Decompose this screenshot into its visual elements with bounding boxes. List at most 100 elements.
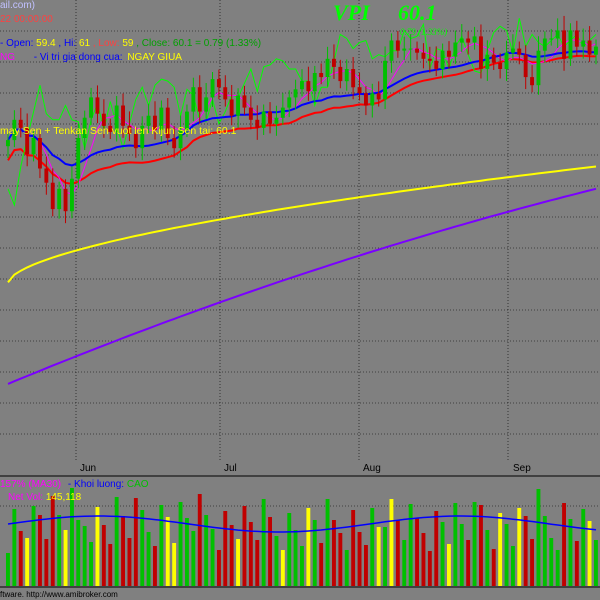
candle-body [38, 138, 42, 169]
candle-body [517, 48, 522, 55]
candle-body [447, 50, 451, 57]
x-tick-sep: Sep [513, 463, 531, 474]
candle-body [242, 95, 247, 108]
signal-text: may Sen + Tenkan Sen vuot len Kijun Sen … [0, 125, 237, 137]
volume-bar [293, 530, 298, 586]
volume-bar [287, 513, 292, 586]
volume-bar [274, 536, 279, 586]
volume-bar [415, 518, 419, 586]
volume-bar [185, 518, 189, 586]
volume-bar [498, 513, 503, 586]
candle-body [434, 60, 439, 69]
x-tick-jul: Jul [224, 463, 237, 474]
volume-bar [25, 538, 30, 586]
volume-bar [587, 521, 592, 586]
volume-bar [408, 504, 413, 586]
close-label: , Close: [136, 38, 171, 49]
candle-body [472, 36, 477, 43]
candle-body [581, 40, 586, 47]
candle-body [587, 40, 592, 55]
candle-body [562, 30, 566, 59]
candle-body [70, 178, 74, 212]
net-vol-value: 145,118 [45, 492, 82, 503]
volume-bar [280, 550, 285, 586]
volume-bar [140, 510, 145, 586]
candle-body [76, 138, 81, 179]
candle-body [191, 87, 196, 112]
volume-bar [530, 539, 534, 586]
candle-body [44, 168, 49, 183]
candle-body [357, 87, 362, 94]
candle-body [421, 52, 426, 59]
candle-body [268, 111, 272, 124]
volume-bar [101, 525, 106, 586]
volume-bar [434, 511, 439, 586]
candle-body [574, 30, 579, 47]
candle-body [402, 48, 407, 51]
volume-bar [261, 499, 266, 586]
volume-bar [229, 525, 234, 586]
volume-bar [82, 526, 87, 586]
volume-bar [153, 546, 157, 586]
candle-body [210, 79, 215, 98]
volume-bar [108, 544, 113, 586]
candle-body [229, 99, 234, 116]
low-value: 59 [122, 38, 134, 49]
volume-ma-text: 157% (MA30) [0, 479, 62, 490]
volume-bar [18, 531, 23, 586]
candle-body [523, 54, 528, 78]
footer-text[interactable]: ftware. http://www.amibroker.com [0, 590, 118, 600]
volume-bar [217, 550, 221, 586]
volume-bar [268, 517, 272, 586]
ticker-symbol: VPI [333, 0, 370, 25]
candle-body [293, 89, 298, 98]
candle-body [50, 182, 55, 210]
candle-body [498, 62, 503, 69]
link-text[interactable]: ail.com) [0, 0, 35, 12]
volume-bar [523, 516, 528, 586]
low-label: , Low: [92, 38, 120, 49]
volume-bar [121, 516, 125, 586]
candle-body [370, 93, 375, 106]
volume-bar [178, 502, 183, 586]
candle-body [197, 87, 202, 112]
khoi-luong-label: Khoi luong: [74, 479, 125, 490]
volume-bar [210, 529, 215, 586]
volume-bar [594, 540, 598, 586]
candle-body [549, 38, 554, 40]
volume-bar [332, 520, 336, 586]
candle-body [31, 138, 36, 155]
candle-body [511, 48, 515, 53]
volume-bar [236, 539, 240, 586]
volume-bar [50, 496, 55, 586]
candle-body [351, 69, 356, 88]
volume-bar [146, 532, 151, 586]
candle-body [121, 105, 125, 126]
x-tick-jun: Jun [80, 463, 97, 474]
candle-body [236, 95, 240, 116]
ticker-price: 60.1 [398, 0, 437, 25]
net-vol-line: Net Vol: 145,118 [8, 492, 81, 504]
candle-body [172, 138, 177, 149]
volume-info-line: 157% (MA30) - Khoi luong: CAO [0, 479, 149, 491]
volume-bar [485, 530, 490, 586]
volume-bar [325, 499, 330, 586]
candle-body [459, 38, 464, 43]
candle-body [485, 54, 490, 69]
volume-bar [395, 520, 400, 586]
high-label: , Hi: [58, 38, 77, 49]
volume-bar [127, 538, 132, 586]
volume-bar [466, 540, 471, 586]
volume-bar [319, 543, 324, 586]
candle-body [427, 58, 432, 61]
volume-bar [306, 508, 311, 586]
price-change: 0.79 (1.33%) [400, 27, 448, 37]
open-label: - Open: [0, 38, 34, 49]
ohlc-line: - Open: 59.4 , Hi: 61 , Low: 59 , Close:… [0, 38, 261, 50]
volume-bar [511, 546, 515, 586]
volume-bar [447, 544, 451, 586]
candle-body [530, 77, 534, 86]
volume-bar [581, 509, 586, 586]
volume-bar [242, 506, 247, 586]
volume-bar [351, 510, 356, 586]
